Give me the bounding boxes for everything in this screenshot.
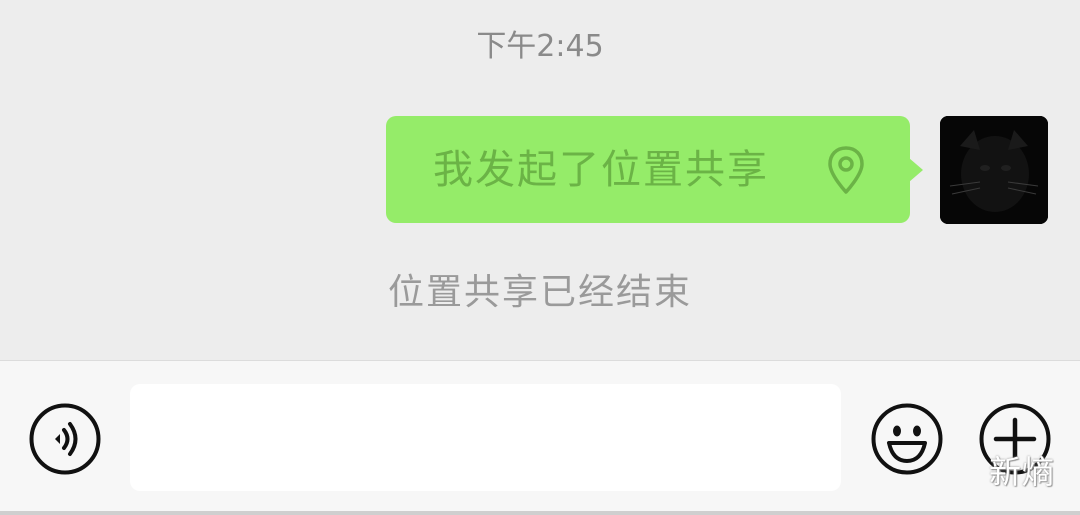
avatar-image: [940, 116, 1048, 224]
watermark-text: 新熵: [989, 453, 1056, 491]
timestamp-text: 下午2:45: [476, 29, 604, 64]
emoji-icon[interactable]: [871, 403, 943, 475]
system-notice: 位置共享已经结束: [388, 272, 693, 313]
message-text: 我发起了位置共享: [433, 146, 769, 193]
location-share-message-bubble[interactable]: 我发起了位置共享: [386, 116, 923, 223]
message-timestamp: 下午2:45: [0, 27, 1080, 67]
user-avatar[interactable]: [940, 116, 1048, 224]
location-pin-icon: [828, 146, 864, 194]
bottom-divider: [0, 511, 1080, 515]
message-input[interactable]: [130, 384, 841, 491]
chat-message-area: 下午2:45 我发起了位置共享 位置共享已经结束: [0, 0, 1080, 360]
voice-icon[interactable]: [29, 403, 101, 475]
chat-input-bar: [0, 360, 1080, 515]
